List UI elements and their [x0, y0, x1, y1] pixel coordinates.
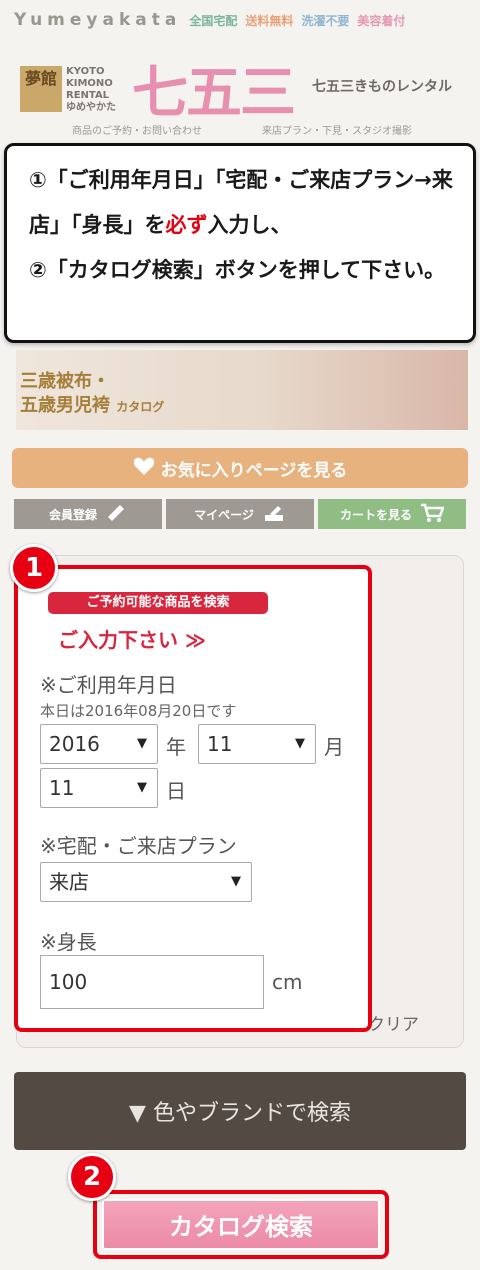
dropdown-arrow-icon: ▼ — [137, 780, 147, 795]
plan-label: ※宅配・ご来店プラン — [40, 834, 237, 858]
search-available-pill: ご予約可能な商品を検索 — [48, 592, 268, 614]
heart-icon — [133, 456, 155, 481]
catalog-search-highlight: カタログ検索 — [93, 1190, 389, 1259]
month-unit: 月 — [324, 735, 344, 759]
year-unit: 年 — [166, 735, 186, 759]
month-select[interactable]: 11 ▼ — [198, 724, 316, 764]
step-2-badge: 2 — [68, 1153, 116, 1201]
day-unit: 日 — [166, 779, 186, 803]
logo-title: 七五三 — [132, 61, 296, 126]
search-form-highlight: ご予約可能な商品を検索 ご入力下さい ≫ ※ご利用年月日 本日は2016年08月… — [14, 565, 372, 1032]
tag-free-shipping: 送料無料 — [245, 13, 294, 28]
dropdown-arrow-icon: ▼ — [137, 736, 147, 751]
tag-nationwide: 全国宅配 — [189, 13, 238, 28]
dropdown-arrow-icon: ▼ — [231, 874, 241, 889]
favorites-label: お気に入りページを見る — [160, 460, 348, 481]
height-input[interactable]: 100 — [40, 955, 264, 1009]
favorites-button[interactable]: お気に入りページを見る — [12, 448, 468, 488]
today-date-text: 本日は2016年08月20日です — [40, 702, 237, 720]
logo-subtitle: 七五三きものレンタル — [312, 79, 452, 95]
brand-search-button[interactable]: ▼ 色やブランドで検索 — [14, 1072, 466, 1150]
instruction-callout: ①「ご利用年月日」「宅配・ご来店プラン→来店」「身長」を必ず入力し、 ②「カタロ… — [4, 143, 476, 343]
usage-date-label: ※ご利用年月日 — [40, 673, 177, 697]
dropdown-arrow-icon: ▼ — [295, 736, 305, 751]
please-enter-label: ご入力下さい ≫ — [58, 628, 206, 652]
register-button[interactable]: 会員登録 — [14, 499, 162, 529]
year-select[interactable]: 2016 ▼ — [40, 724, 158, 764]
banner-text: 三歳被布・ 五歳男児袴 カタログ — [20, 371, 165, 416]
catalog-search-button[interactable]: カタログ検索 — [102, 1199, 380, 1250]
sub-link-visit[interactable]: 来店プラン・下見・スタジオ撮影 — [262, 122, 412, 137]
height-label: ※身長 — [40, 930, 97, 954]
tag-no-washing: 洗濯不要 — [301, 13, 350, 28]
account-links: 会員登録 マイページ カートを見る — [14, 499, 466, 529]
brand-name[interactable]: Yumeyakata — [14, 10, 181, 30]
logo-text: KYOTO KIMONO RENTAL ゆめやかた — [66, 66, 116, 113]
top-bar: Yumeyakata 全国宅配 送料無料 洗濯不要 美容着付 — [0, 0, 480, 40]
height-unit: cm — [272, 970, 303, 994]
user-edit-icon — [262, 504, 286, 525]
tag-beauty-dressing: 美容着付 — [357, 13, 406, 28]
instruction-line-2: ②「カタログ検索」ボタンを押して下さい。 — [29, 258, 446, 282]
logo-area[interactable]: 夢館 KYOTO KIMONO RENTAL ゆめやかた 七五三 七五三きものレ… — [0, 42, 480, 132]
cart-button[interactable]: カートを見る — [318, 499, 466, 529]
catalog-banner[interactable]: 三歳被布・ 五歳男児袴 カタログ — [16, 350, 468, 430]
cart-icon — [420, 503, 445, 526]
logo-mark: 夢館 — [20, 66, 62, 112]
instruction-line-1: ①「ご利用年月日」「宅配・ご来店プラン→来店」「身長」を必ず入力し、 — [29, 168, 453, 237]
sub-link-reservation[interactable]: 商品のご予約・お問い合わせ — [72, 122, 202, 137]
mypage-button[interactable]: マイページ — [166, 499, 314, 529]
step-1-badge: 1 — [10, 544, 58, 592]
plan-select[interactable]: 来店 ▼ — [40, 862, 252, 902]
day-select[interactable]: 11 ▼ — [40, 768, 158, 808]
pencil-icon — [105, 504, 127, 525]
